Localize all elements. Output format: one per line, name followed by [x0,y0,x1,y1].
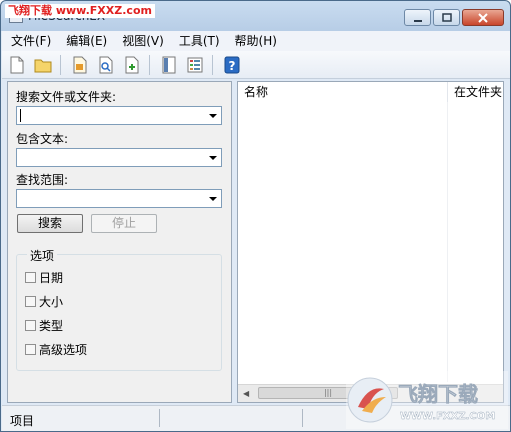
minimize-button[interactable] [404,9,431,26]
status-divider [302,409,303,427]
scope-label: 查找范围: [16,173,69,187]
scroll-left-icon[interactable]: ◀ [243,389,249,398]
logo-url: WWW.FXXZ.COM [400,411,495,422]
export-button[interactable] [121,54,143,76]
column-header-name[interactable]: 名称 [238,82,448,102]
window-controls [404,9,504,26]
scope-combo[interactable] [16,189,222,208]
menu-file[interactable]: 文件(F) [2,31,57,51]
close-button[interactable] [462,9,504,26]
properties-button[interactable] [69,54,91,76]
search-panel: 搜索文件或文件夹: 包含文本: 查找范围: 搜索 停止 选项 日期 大小 类型 … [7,81,232,403]
checkbox[interactable] [25,344,36,355]
search-button[interactable]: 搜索 [17,214,83,233]
option-advanced[interactable]: 高级选项 [25,341,87,358]
option-label: 类型 [39,319,64,333]
logo-brand: 飞翔下载 [398,382,478,406]
menu-view[interactable]: 视图(V) [113,31,170,51]
open-button[interactable] [32,54,54,76]
title-bar: FileSearchEX 飞翔下载 www.FXXZ.com [1,1,510,31]
maximize-button[interactable] [433,9,460,26]
text-caret [20,109,21,122]
results-list[interactable]: 名称 在文件夹 ◀ ||| [237,81,504,403]
text-combo[interactable] [16,148,222,167]
grid-view-icon [187,57,203,72]
new-file-icon [10,56,24,73]
column-header-folder[interactable]: 在文件夹 [448,82,503,102]
panel-button[interactable] [158,54,180,76]
watermark-logo: 飞翔下载 WWW.FXXZ.COM [346,371,508,429]
menu-help[interactable]: 帮助(H) [226,31,283,51]
properties-icon [73,56,87,73]
preview-button[interactable] [95,54,117,76]
checkbox[interactable] [25,320,36,331]
menu-edit[interactable]: 编辑(E) [57,31,113,51]
dropdown-arrow-icon[interactable] [209,156,217,160]
minimize-icon [413,19,422,22]
open-folder-icon [34,59,52,72]
dropdown-arrow-icon[interactable] [209,197,217,201]
menu-tools[interactable]: 工具(T) [170,31,226,51]
menu-bar: 文件(F) 编辑(E) 视图(V) 工具(T) 帮助(H) [2,31,510,51]
toolbar-separator [212,54,213,75]
app-window: FileSearchEX 飞翔下载 www.FXXZ.com 文件(F) 编辑(… [0,0,511,432]
status-divider [159,409,160,427]
stop-button[interactable]: 停止 [91,214,157,233]
toolbar-separator [60,54,61,75]
column-divider [447,102,448,382]
status-text: 项目 [10,414,35,428]
new-button[interactable] [6,54,28,76]
checkbox[interactable] [25,296,36,307]
toolbar-separator [149,54,150,75]
files-combo[interactable] [16,106,222,125]
option-size[interactable]: 大小 [25,293,63,310]
option-date[interactable]: 日期 [25,269,63,286]
option-label: 高级选项 [39,343,88,357]
close-icon [478,12,488,23]
grid-view-button[interactable] [184,54,206,76]
export-icon [125,56,139,73]
toolbar: ? [2,51,510,79]
dropdown-arrow-icon[interactable] [209,114,217,118]
maximize-icon [441,12,452,22]
options-title: 选项 [27,247,58,264]
help-button[interactable]: ? [221,54,243,76]
option-type[interactable]: 类型 [25,317,63,334]
svg-text:?: ? [229,59,236,73]
files-label: 搜索文件或文件夹: [16,90,117,104]
option-label: 大小 [39,295,64,309]
help-icon: ? [224,56,240,73]
panel-icon [162,56,176,73]
preview-icon [99,56,113,73]
text-label: 包含文本: [16,132,69,146]
checkbox[interactable] [25,272,36,283]
option-label: 日期 [39,271,64,285]
watermark-tag: 飞翔下载 www.FXXZ.com [5,4,155,18]
options-group: 选项 日期 大小 类型 高级选项 [16,247,222,371]
